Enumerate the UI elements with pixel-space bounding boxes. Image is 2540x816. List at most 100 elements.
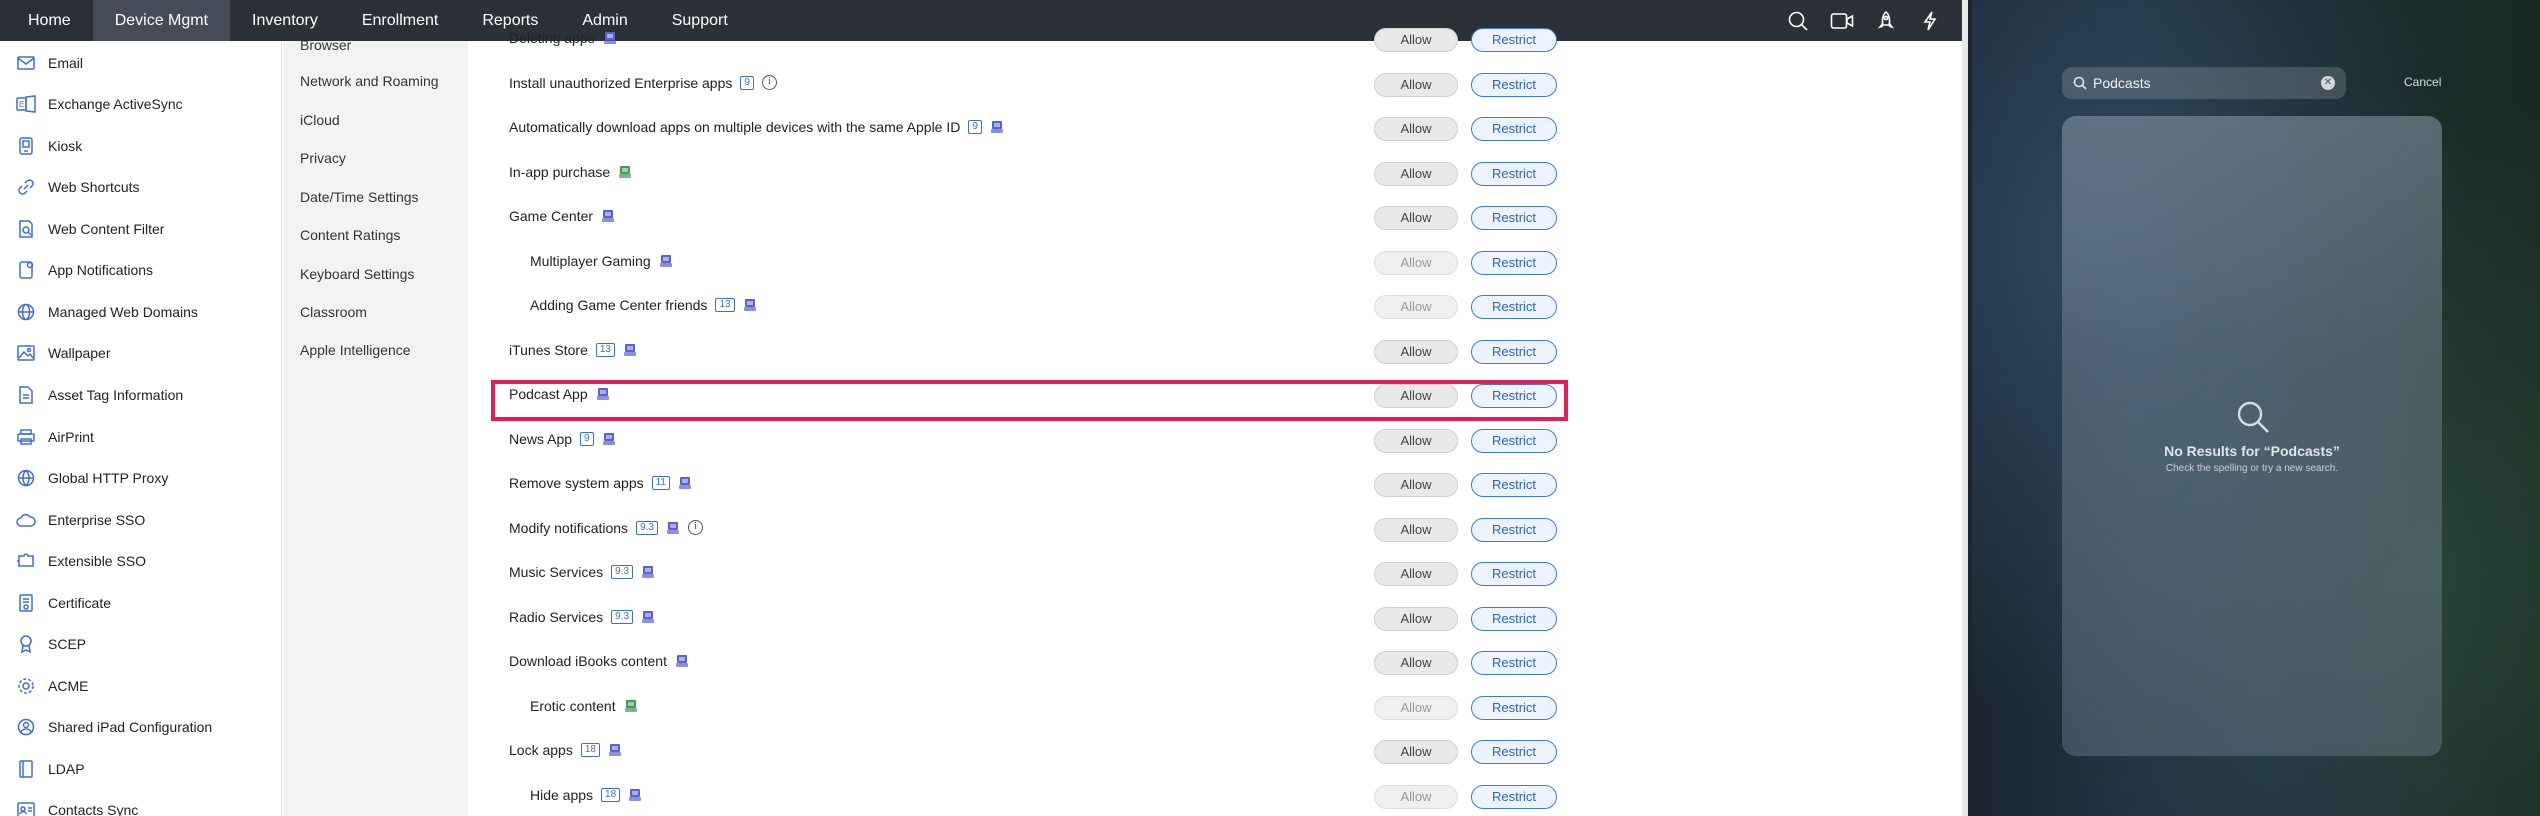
- restrict-button[interactable]: Restrict: [1471, 695, 1557, 720]
- sidebar-item-acme[interactable]: ACME: [16, 674, 88, 698]
- restriction-name: Multiplayer Gaming: [530, 252, 651, 269]
- restriction-label: In-app purchase: [509, 164, 640, 180]
- allow-button[interactable]: Allow: [1374, 384, 1458, 408]
- allow-button[interactable]: Allow: [1374, 161, 1458, 186]
- restriction-label: Lock apps 18: [509, 742, 630, 758]
- sidebar-item-scep[interactable]: SCEP: [16, 632, 86, 656]
- rocket-icon[interactable]: [1874, 9, 1898, 33]
- info-icon[interactable]: i: [761, 75, 777, 90]
- allow-button[interactable]: Allow: [1374, 606, 1458, 631]
- spotlight-search-field[interactable]: Podcasts ✕: [2062, 67, 2346, 99]
- sidebar-item-airprint[interactable]: AirPrint: [16, 425, 94, 449]
- allow-button[interactable]: Allow: [1374, 562, 1458, 586]
- sidebar-item-certificate[interactable]: Certificate: [16, 591, 111, 615]
- restriction-label: Music Services 9.3: [509, 564, 663, 580]
- lightning-icon[interactable]: [1918, 9, 1942, 33]
- restrict-button[interactable]: Restrict: [1471, 606, 1557, 631]
- subnav-classroom[interactable]: Classroom: [300, 302, 367, 322]
- device-icon: [641, 610, 655, 624]
- sidebar-item-label: Enterprise SSO: [48, 512, 146, 528]
- nav-home[interactable]: Home: [0, 0, 93, 41]
- restrict-button[interactable]: Restrict: [1471, 651, 1557, 675]
- sidebar-item-managed-web-domains[interactable]: Managed Web Domains: [16, 300, 198, 324]
- sidebar-item-asset-tag[interactable]: Asset Tag Information: [16, 383, 183, 407]
- video-icon[interactable]: [1830, 9, 1854, 33]
- sidebar-item-email[interactable]: Email: [16, 51, 83, 75]
- sidebar-item-label: AirPrint: [48, 429, 94, 445]
- allow-button[interactable]: Allow: [1374, 517, 1458, 542]
- restrict-button[interactable]: Restrict: [1471, 740, 1557, 764]
- sidebar-item-label: Wallpaper: [48, 345, 111, 361]
- no-results-text: No Results for “Podcasts”: [2164, 443, 2340, 459]
- sidebar-item-kiosk[interactable]: Kiosk: [16, 134, 82, 158]
- nav-enrollment[interactable]: Enrollment: [340, 0, 460, 41]
- proxy-icon: [16, 468, 36, 488]
- restrict-button[interactable]: Restrict: [1471, 295, 1557, 319]
- allow-button[interactable]: Allow: [1374, 206, 1458, 230]
- sidebar-item-web-shortcuts[interactable]: Web Shortcuts: [16, 175, 140, 199]
- subnav-icloud[interactable]: iCloud: [300, 110, 340, 130]
- sidebar-item-label: Shared iPad Configuration: [48, 719, 213, 735]
- allow-button[interactable]: Allow: [1374, 784, 1458, 809]
- sidebar-item-ldap[interactable]: LDAP: [16, 757, 85, 781]
- sidebar-item-wallpaper[interactable]: Wallpaper: [16, 341, 111, 365]
- allow-button[interactable]: Allow: [1374, 250, 1458, 275]
- sidebar-item-app-notifications[interactable]: App Notifications: [16, 258, 153, 282]
- restrict-button[interactable]: Restrict: [1471, 784, 1557, 809]
- restrict-button[interactable]: Restrict: [1471, 339, 1557, 364]
- allow-button[interactable]: Allow: [1374, 28, 1458, 52]
- subnav-privacy[interactable]: Privacy: [300, 148, 346, 168]
- restriction-row: Podcast App Allow Restrict: [468, 374, 1568, 418]
- restrict-button[interactable]: Restrict: [1471, 161, 1557, 186]
- restrict-button[interactable]: Restrict: [1471, 117, 1557, 141]
- restrict-button[interactable]: Restrict: [1471, 206, 1557, 230]
- subnav-keyboard[interactable]: Keyboard Settings: [300, 264, 414, 284]
- subnav-datetime[interactable]: Date/Time Settings: [300, 187, 419, 207]
- subnav-apple-intelligence[interactable]: Apple Intelligence: [300, 340, 411, 360]
- info-icon[interactable]: i: [687, 520, 703, 535]
- allow-button[interactable]: Allow: [1374, 428, 1458, 453]
- restrict-button[interactable]: Restrict: [1471, 250, 1557, 275]
- device-icon: [641, 565, 655, 579]
- subnav-content-ratings[interactable]: Content Ratings: [300, 225, 400, 245]
- sidebar-item-extensible-sso[interactable]: Extensible SSO: [16, 549, 146, 573]
- subnav-browser[interactable]: Browser: [300, 35, 351, 55]
- allow-button[interactable]: Allow: [1374, 651, 1458, 675]
- svg-text:E: E: [19, 100, 24, 109]
- restrict-button[interactable]: Restrict: [1471, 473, 1557, 497]
- allow-button[interactable]: Allow: [1374, 72, 1458, 97]
- ios-version-badge: 9.3: [611, 609, 634, 624]
- restriction-label: News App 9: [509, 431, 624, 447]
- search-icon[interactable]: [1786, 9, 1810, 33]
- clear-icon[interactable]: ✕: [2321, 76, 2335, 90]
- restriction-label: Download iBooks content: [509, 653, 697, 669]
- allow-button[interactable]: Allow: [1374, 339, 1458, 364]
- restrict-button[interactable]: Restrict: [1471, 428, 1557, 453]
- sidebar-item-label: Asset Tag Information: [48, 387, 184, 403]
- restriction-name: Music Services: [509, 564, 604, 580]
- sidebar-item-exchange-activesync[interactable]: E Exchange ActiveSync: [16, 92, 183, 116]
- restrict-button[interactable]: Restrict: [1471, 517, 1557, 542]
- nav-device-mgmt[interactable]: Device Mgmt: [92, 0, 231, 41]
- sidebar-item-shared-ipad[interactable]: Shared iPad Configuration: [16, 715, 212, 739]
- allow-button[interactable]: Allow: [1374, 740, 1458, 764]
- sidebar-item-web-content-filter[interactable]: Web Content Filter: [16, 217, 164, 241]
- no-results-hint: Check the spelling or try a new search.: [2165, 463, 2339, 474]
- subnav-network-roaming[interactable]: Network and Roaming: [300, 71, 439, 91]
- restriction-label: Multiplayer Gaming: [530, 253, 681, 269]
- sidebar-item-enterprise-sso[interactable]: Enterprise SSO: [16, 508, 145, 532]
- restrict-button[interactable]: Restrict: [1471, 28, 1557, 52]
- restrict-button[interactable]: Restrict: [1471, 384, 1557, 408]
- sidebar-item-label: Web Shortcuts: [48, 179, 140, 195]
- allow-button[interactable]: Allow: [1374, 295, 1458, 319]
- allow-button[interactable]: Allow: [1374, 117, 1458, 141]
- sidebar-item-contacts-sync[interactable]: Contacts Sync: [16, 798, 138, 816]
- allow-button[interactable]: Allow: [1374, 695, 1458, 720]
- ipad-search-screen: Podcasts ✕ Cancel No Results for “Podcas…: [1962, 0, 2540, 816]
- restriction-row: Radio Services 9.3 Allow Restrict: [468, 597, 1568, 641]
- allow-button[interactable]: Allow: [1374, 473, 1458, 497]
- cancel-button[interactable]: Cancel: [2404, 75, 2441, 89]
- restrict-button[interactable]: Restrict: [1471, 562, 1557, 586]
- restrict-button[interactable]: Restrict: [1471, 72, 1557, 97]
- sidebar-item-global-http-proxy[interactable]: Global HTTP Proxy: [16, 466, 168, 490]
